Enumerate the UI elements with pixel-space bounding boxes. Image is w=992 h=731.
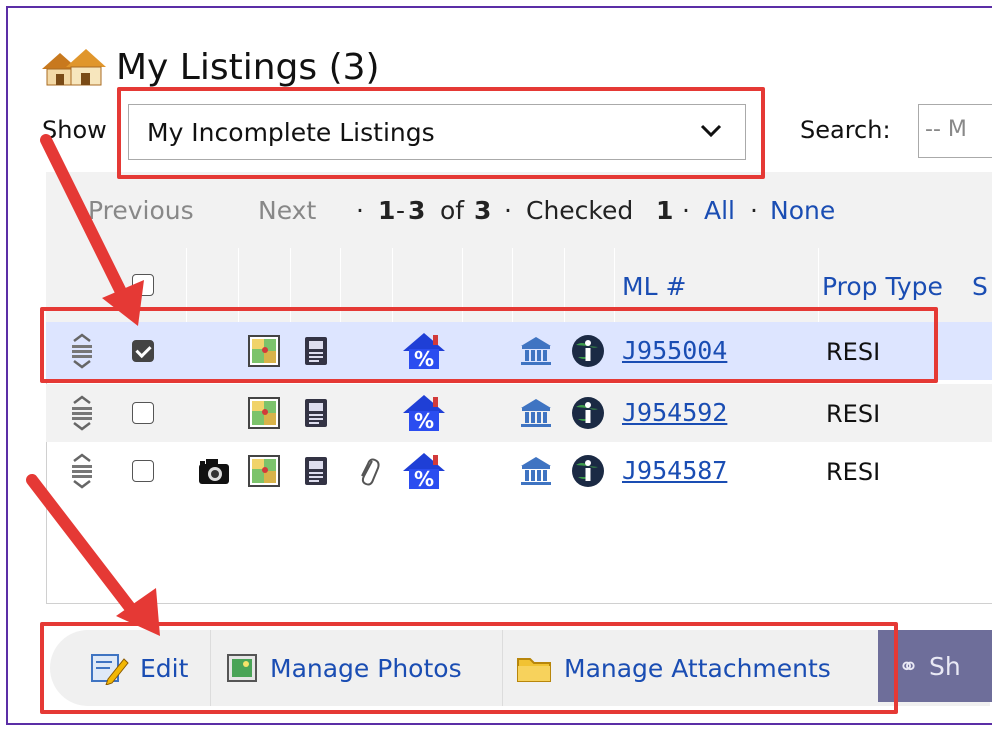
house-percent-icon[interactable]: % bbox=[400, 384, 448, 442]
folder-icon bbox=[517, 658, 551, 682]
row-checkbox[interactable] bbox=[126, 322, 160, 380]
search-input[interactable]: -- M bbox=[918, 104, 992, 158]
show-filter-select[interactable]: My Incomplete Listings bbox=[128, 104, 746, 160]
prop-type-cell: RESI bbox=[826, 400, 881, 428]
share-label: Sh bbox=[928, 651, 961, 681]
svg-text:%: % bbox=[414, 409, 434, 433]
range-start: 1 bbox=[378, 196, 396, 225]
ml-number-link[interactable]: J955004 bbox=[622, 336, 727, 365]
reorder-icon[interactable] bbox=[58, 322, 106, 380]
select-all-link[interactable]: All bbox=[704, 196, 735, 225]
previous-link[interactable]: Previous bbox=[88, 196, 194, 225]
prop-type-cell: RESI bbox=[826, 338, 881, 366]
show-filter-value: My Incomplete Listings bbox=[147, 117, 435, 147]
edit-icon bbox=[91, 654, 129, 685]
column-divider bbox=[462, 248, 463, 322]
edit-button[interactable]: Edit bbox=[90, 630, 188, 706]
column-divider bbox=[564, 248, 565, 322]
houses-icon bbox=[42, 49, 106, 86]
page-title-text: My Listings (3) bbox=[116, 46, 380, 88]
map-icon[interactable] bbox=[240, 442, 288, 500]
house-percent-icon[interactable]: % bbox=[400, 442, 448, 500]
checked-count: 1 bbox=[656, 196, 674, 225]
pager-separator: · bbox=[750, 196, 758, 225]
bank-icon[interactable] bbox=[512, 322, 560, 380]
select-none-link[interactable]: None bbox=[770, 196, 835, 225]
search-label: Search: bbox=[800, 116, 891, 144]
range-end: 3 bbox=[408, 196, 426, 225]
pager-separator: · bbox=[504, 196, 512, 225]
info-globe-icon[interactable] bbox=[564, 322, 612, 380]
page-title: My Listings (3) bbox=[40, 44, 380, 90]
select-all-checkbox[interactable] bbox=[128, 272, 158, 298]
pager-bar: Previous Next · 1 - 3 of 3 · Checked 1 ·… bbox=[46, 172, 992, 248]
bank-icon[interactable] bbox=[512, 384, 560, 442]
camera-icon[interactable] bbox=[190, 442, 238, 500]
total-count: 3 bbox=[474, 196, 492, 225]
listing-doc-icon[interactable] bbox=[292, 384, 340, 442]
ml-number-link[interactable]: J954592 bbox=[622, 398, 727, 427]
column-divider bbox=[186, 248, 187, 322]
pager-separator: · bbox=[356, 196, 364, 225]
checked-label: Checked bbox=[526, 196, 634, 225]
pager-separator: · bbox=[682, 196, 690, 225]
ml-number-link[interactable]: J954587 bbox=[622, 456, 727, 485]
info-globe-icon[interactable] bbox=[564, 384, 612, 442]
manage-attachments-label: Manage Attachments bbox=[564, 653, 831, 683]
reorder-icon[interactable] bbox=[58, 384, 106, 442]
info-globe-icon[interactable] bbox=[564, 442, 612, 500]
paperclip-icon[interactable] bbox=[344, 442, 392, 500]
toolbar-divider bbox=[502, 630, 503, 706]
link-icon: ⚭ bbox=[898, 651, 919, 681]
manage-photos-button[interactable]: Manage Photos bbox=[226, 630, 462, 706]
reorder-icon[interactable] bbox=[58, 442, 106, 500]
manage-attachments-button[interactable]: Manage Attachments bbox=[516, 630, 831, 706]
bank-icon[interactable] bbox=[512, 442, 560, 500]
of-label: of bbox=[440, 196, 465, 225]
listing-doc-icon[interactable] bbox=[292, 322, 340, 380]
column-divider bbox=[340, 248, 341, 322]
map-icon[interactable] bbox=[240, 322, 288, 380]
row-checkbox[interactable] bbox=[126, 384, 160, 442]
share-button[interactable]: ⚭ Sh bbox=[878, 630, 992, 702]
show-label: Show bbox=[42, 116, 107, 144]
svg-text:%: % bbox=[414, 467, 434, 491]
row-checkbox[interactable] bbox=[126, 442, 160, 500]
column-divider bbox=[614, 248, 615, 322]
range-dash: - bbox=[396, 196, 406, 225]
chevron-down-icon bbox=[700, 124, 722, 138]
house-percent-icon[interactable]: % bbox=[400, 322, 448, 380]
map-icon[interactable] bbox=[240, 384, 288, 442]
column-divider bbox=[238, 248, 239, 322]
next-link[interactable]: Next bbox=[258, 196, 316, 225]
edit-label: Edit bbox=[140, 653, 189, 683]
column-header-ml[interactable]: ML # bbox=[622, 272, 686, 301]
column-divider bbox=[818, 248, 819, 322]
toolbar-divider bbox=[210, 630, 211, 706]
listing-doc-icon[interactable] bbox=[292, 442, 340, 500]
column-divider bbox=[392, 248, 393, 322]
column-divider bbox=[512, 248, 513, 322]
column-header-prop-type[interactable]: Prop Type bbox=[822, 272, 943, 301]
photo-icon bbox=[227, 654, 257, 682]
svg-text:%: % bbox=[414, 347, 434, 371]
column-divider bbox=[290, 248, 291, 322]
manage-photos-label: Manage Photos bbox=[270, 653, 462, 683]
column-header-next[interactable]: S bbox=[972, 272, 988, 301]
prop-type-cell: RESI bbox=[826, 458, 881, 486]
